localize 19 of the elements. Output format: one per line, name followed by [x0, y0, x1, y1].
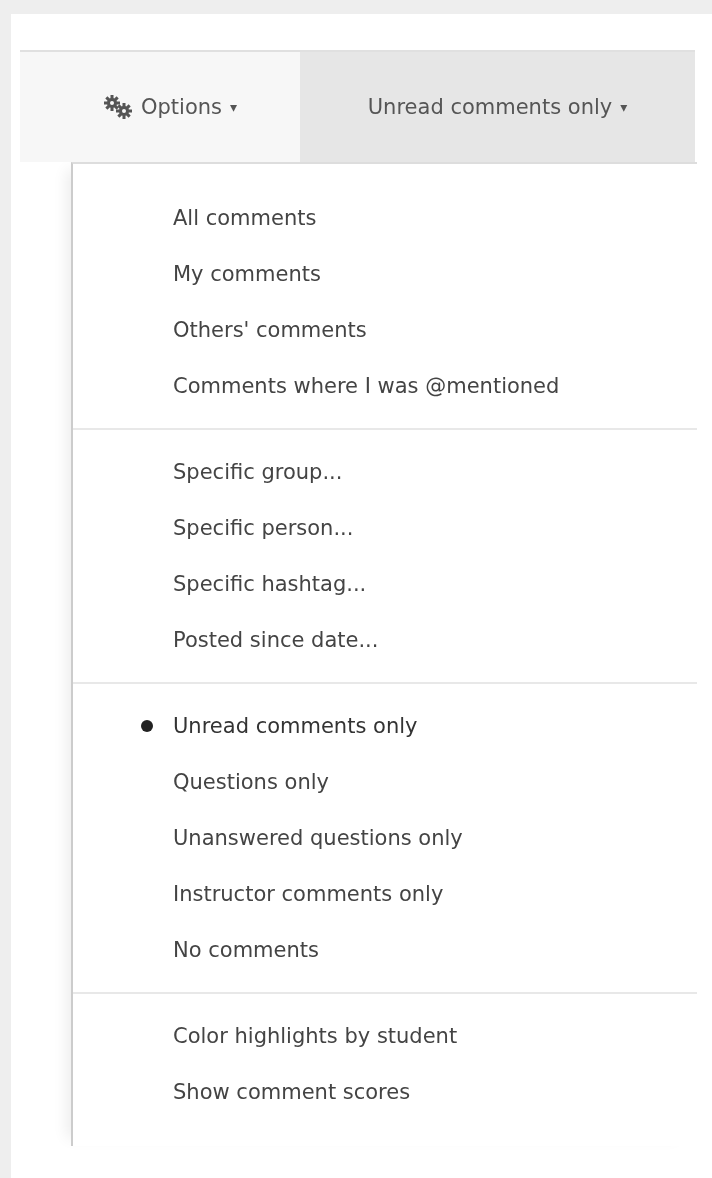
options-button[interactable]: Options ▾: [20, 52, 300, 162]
menu-item[interactable]: Others' comments: [73, 302, 697, 358]
gears-icon: [102, 94, 133, 120]
menu-item[interactable]: Unanswered questions only: [73, 810, 697, 866]
menu-item[interactable]: All comments: [73, 190, 697, 246]
menu-item[interactable]: Specific hashtag...: [73, 556, 697, 612]
menu-item[interactable]: My comments: [73, 246, 697, 302]
menu-item[interactable]: Specific group...: [73, 444, 697, 500]
menu-item[interactable]: Comments where I was @mentioned: [73, 358, 697, 414]
filter-dropdown[interactable]: Unread comments only ▾: [300, 52, 695, 162]
menu-item[interactable]: Specific person...: [73, 500, 697, 556]
menu-item[interactable]: Posted since date...: [73, 612, 697, 668]
menu-item[interactable]: Unread comments only: [73, 698, 697, 754]
selected-dot-icon: [141, 720, 153, 732]
menu-item[interactable]: Show comment scores: [73, 1064, 697, 1120]
menu-item[interactable]: Instructor comments only: [73, 866, 697, 922]
menu-item[interactable]: Questions only: [73, 754, 697, 810]
menu-item[interactable]: Color highlights by student: [73, 1008, 697, 1064]
menu-item[interactable]: No comments: [73, 922, 697, 978]
